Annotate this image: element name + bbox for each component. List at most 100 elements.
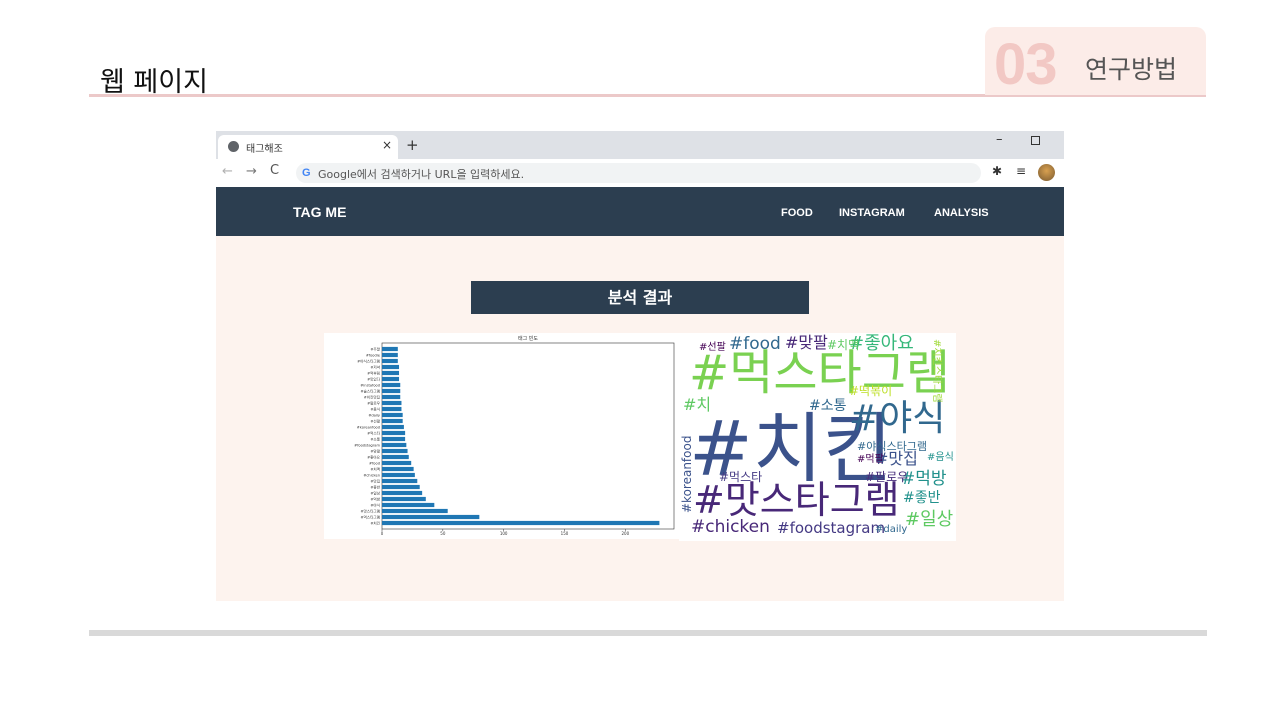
- bar: [382, 394, 401, 400]
- y-tick-label: #맞팔: [370, 449, 380, 454]
- bar: [382, 376, 400, 382]
- y-tick-label: #소통: [370, 437, 380, 442]
- bar: [382, 472, 415, 478]
- word-cloud-word: #치: [683, 395, 712, 414]
- y-tick-label: #좋아요: [367, 455, 381, 460]
- y-tick-label: #food: [369, 462, 380, 466]
- forward-button[interactable]: →: [246, 164, 257, 179]
- x-tick-label: 200: [622, 531, 630, 536]
- x-tick-label: 150: [561, 531, 569, 536]
- word-cloud-word: #소통: [809, 398, 847, 414]
- site-brand[interactable]: TAG ME: [293, 204, 346, 220]
- bar: [382, 370, 400, 376]
- google-icon: G: [302, 167, 311, 179]
- browser-tab[interactable]: 태그해조 ×: [218, 135, 398, 159]
- y-tick-label: #야식: [370, 503, 380, 508]
- word-cloud-word: #야식: [849, 398, 946, 439]
- bar-chart-svg: 태그 빈도 #치킨#먹스타그램#맛스타그램#야식#먹방#일상#좋반#맛집#chic…: [354, 335, 675, 536]
- word-cloud-word: #맞팔: [785, 333, 828, 352]
- y-tick-label: #맛있다: [367, 377, 381, 382]
- y-tick-label: #먹방: [370, 497, 380, 502]
- nav-food[interactable]: FOOD: [781, 207, 813, 219]
- y-tick-label: #치킨: [370, 521, 380, 526]
- y-tick-label: #맛집: [370, 479, 380, 484]
- bar: [382, 478, 418, 484]
- tab-title: 태그해조: [246, 144, 283, 155]
- word-cloud-word: #chicken: [691, 517, 770, 537]
- y-tick-label: #instafood: [360, 384, 380, 388]
- word-cloud-word: #치맥: [827, 338, 860, 352]
- url-placeholder: Google에서 검색하거나 URL을 입력하세요.: [318, 168, 525, 181]
- bar: [382, 364, 400, 370]
- nav-instagram[interactable]: INSTAGRAM: [839, 207, 905, 219]
- globe-icon: [228, 141, 239, 152]
- tab-bar: 태그해조 × + –: [216, 131, 1064, 159]
- bar: [382, 520, 660, 526]
- y-tick-label: #맛스타그램: [360, 509, 380, 514]
- y-tick-label: #일상: [370, 491, 380, 496]
- bar: [382, 496, 426, 502]
- word-cloud-word: #좋반: [903, 490, 941, 506]
- bar: [382, 490, 423, 496]
- y-tick-label: #저녁: [370, 365, 380, 370]
- word-cloud-word: #음식: [927, 452, 954, 463]
- puzzle-icon[interactable]: ✱: [992, 164, 1002, 178]
- bar: [382, 448, 408, 454]
- y-tick-label: #foodie: [366, 354, 381, 358]
- y-tick-label: #daily: [368, 414, 380, 418]
- word-cloud-word: #선팔: [699, 342, 726, 353]
- x-tick-label: 100: [500, 531, 508, 536]
- bar: [382, 454, 409, 460]
- word-cloud-word: #치킨스타그램: [931, 339, 942, 403]
- close-icon[interactable]: ×: [382, 138, 392, 152]
- y-tick-label: #선팔: [370, 419, 380, 424]
- x-tick-label: 0: [381, 531, 384, 536]
- queue-icon[interactable]: ≡: [1016, 164, 1026, 178]
- url-input[interactable]: G Google에서 검색하거나 URL을 입력하세요.: [296, 163, 981, 183]
- bar: [382, 508, 448, 514]
- word-cloud-word: #떡볶이: [849, 384, 893, 398]
- word-cloud-word: #일상: [905, 509, 954, 530]
- bar: [382, 484, 420, 490]
- avatar[interactable]: [1038, 164, 1055, 181]
- y-tick-label: #먹스타그램: [360, 515, 380, 520]
- bar: [382, 442, 407, 448]
- bar: [382, 406, 402, 412]
- minimize-button[interactable]: –: [996, 132, 1003, 147]
- word-cloud-word: #먹스타그램: [689, 345, 951, 401]
- y-tick-label: #야식스타그램: [357, 359, 380, 364]
- word-cloud-word: #foodstagram: [777, 519, 886, 537]
- y-tick-label: #주말: [370, 347, 380, 352]
- bar: [382, 358, 398, 364]
- bar: [382, 460, 412, 466]
- nav-analysis[interactable]: ANALYSIS: [934, 207, 989, 219]
- word-cloud-word: #먹팔: [857, 454, 884, 465]
- bar: [382, 466, 414, 472]
- footer-divider: [89, 630, 1207, 636]
- chart-title: 태그 빈도: [518, 335, 538, 342]
- bar: [382, 514, 480, 520]
- y-tick-label: #koreanfood: [357, 426, 380, 430]
- y-tick-label: #음식: [370, 407, 380, 412]
- word-cloud-word: #food: [729, 334, 781, 354]
- bar: [382, 430, 406, 436]
- new-tab-button[interactable]: +: [406, 136, 419, 154]
- site-navbar: TAG ME FOOD INSTAGRAM ANALYSIS: [216, 187, 1064, 236]
- word-cloud: #먹스타그램 #치킨 #맛스타그램 #야식 #food #좋아요 #맞팔 #chicken #f…: [679, 333, 956, 541]
- result-heading: 분석 결과: [471, 281, 809, 314]
- y-tick-label: #치맥: [370, 467, 380, 472]
- y-tick-label: #먹부림: [367, 371, 380, 376]
- tag-frequency-chart: 태그 빈도 #치킨 #먹스타그램 #맛스타그램 #야식 #먹방 #일상 #좋반 #맛집 #chic…: [324, 333, 679, 539]
- bar: [382, 346, 398, 352]
- word-cloud-word: #팔로우: [865, 470, 909, 484]
- x-tick-label: 50: [440, 531, 446, 536]
- y-tick-label: #먹스타: [367, 431, 381, 436]
- word-cloud-word: #koreanfood: [680, 435, 694, 513]
- maximize-button[interactable]: [1031, 136, 1040, 145]
- bar: [382, 418, 403, 424]
- back-button[interactable]: ←: [222, 164, 233, 179]
- section-label: 연구방법: [1085, 55, 1178, 84]
- reload-button[interactable]: C: [270, 163, 279, 178]
- bar: [382, 352, 398, 358]
- bar: [382, 436, 406, 442]
